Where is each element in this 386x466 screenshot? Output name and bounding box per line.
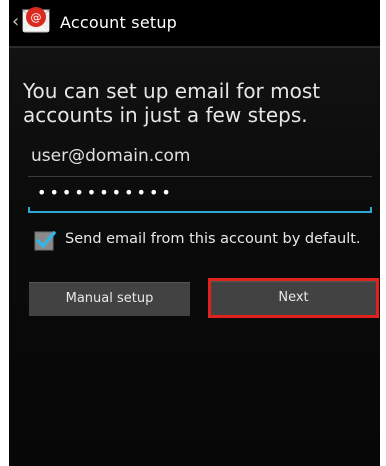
action-bar: ‹ @ Account setup: [9, 0, 380, 48]
intro-text: You can set up email for most accounts i…: [23, 79, 321, 127]
email-value: user@domain.com: [31, 146, 191, 166]
manual-setup-button[interactable]: Manual setup: [29, 282, 190, 316]
default-account-label[interactable]: Send email from this account by default.: [65, 231, 361, 247]
checkmark-icon: [34, 231, 56, 251]
email-underline: [28, 176, 372, 177]
password-masked-value: •••••••••••: [37, 183, 174, 202]
next-button[interactable]: Next: [208, 278, 379, 318]
svg-text:@: @: [31, 11, 42, 24]
email-app-icon[interactable]: @: [21, 4, 51, 36]
default-account-checkbox[interactable]: [34, 229, 56, 251]
password-underline-focused: [28, 207, 372, 213]
password-field[interactable]: •••••••••••: [28, 179, 372, 213]
account-setup-screen: ‹ @ Account setup You can set up email f…: [9, 0, 380, 466]
page-title: Account setup: [60, 13, 178, 32]
email-field[interactable]: user@domain.com: [28, 143, 372, 177]
